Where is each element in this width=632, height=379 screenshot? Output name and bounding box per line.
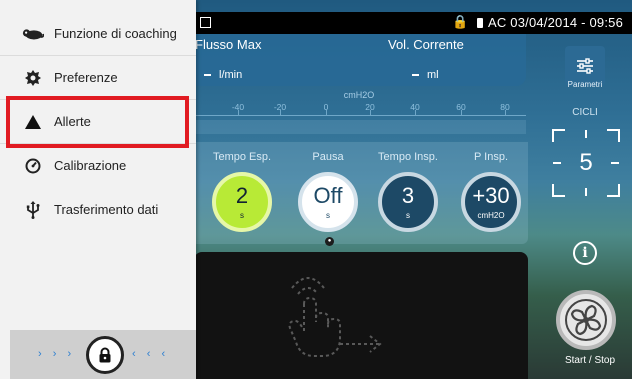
alerts-highlight-box — [6, 96, 189, 148]
menu-item-label: Preferenze — [54, 70, 118, 85]
measurements-panel: Flusso Max Vol. Corrente l/min ml — [192, 34, 526, 86]
menu-item-label: Funzione di coaching — [54, 26, 177, 41]
sliders-icon — [577, 58, 593, 74]
insp-time-unit: s — [406, 210, 410, 220]
status-bar: 🔒 AC 03/04/2014 - 09:56 — [192, 12, 632, 34]
exp-time-unit: s — [240, 210, 244, 220]
tidal-volume-value: ml — [412, 69, 439, 81]
usb-icon — [22, 200, 44, 220]
parameters-label: Parametri — [567, 80, 603, 89]
cycles-label: CICLI — [572, 107, 598, 118]
insp-time-value: 3 — [401, 182, 415, 208]
gauge-icon — [22, 156, 44, 176]
insp-time-dial[interactable]: 3 s — [378, 172, 438, 232]
menu-item-label: Trasferimento dati — [54, 202, 159, 217]
start-stop-button[interactable] — [556, 290, 616, 350]
touch-hand-icon — [288, 277, 382, 357]
padlock-icon — [99, 347, 111, 363]
pressure-unit: cmH2O — [343, 90, 375, 100]
pause-value: Off — [313, 182, 343, 208]
battery-icon — [477, 18, 483, 28]
flow-unit: l/min — [219, 69, 243, 81]
exp-time-dial[interactable]: 2 s — [212, 172, 272, 232]
insp-pressure-value: +30 — [472, 182, 510, 208]
exp-time-value: 2 — [235, 182, 249, 208]
pause-dial[interactable]: Off s — [298, 172, 358, 232]
flow-max-title: Flusso Max — [195, 37, 262, 52]
chevrons-left: ‹ ‹ ‹ — [132, 348, 170, 360]
chameleon-icon — [22, 24, 44, 44]
window-icon — [200, 17, 211, 28]
start-stop-label: Start / Stop — [564, 355, 616, 366]
menu-item-data-transfer[interactable]: Trasferimento dati — [0, 188, 196, 232]
pause-unit: s — [326, 210, 330, 220]
tidal-volume-title: Vol. Corrente — [388, 37, 464, 52]
param-label-insp-pressure: P Insp. — [473, 151, 509, 163]
insp-pressure-unit: cmH2O — [477, 210, 505, 220]
menu-item-calibration[interactable]: Calibrazione — [0, 144, 196, 188]
pause-lock-icon: ● — [325, 237, 334, 246]
waveform-area[interactable] — [194, 252, 528, 379]
chevrons-right: › › › — [38, 348, 76, 360]
gear-icon — [22, 68, 44, 88]
parameters-panel: Tempo Esp. Pausa Tempo Insp. P Insp. 2 s… — [192, 142, 528, 246]
ac-datetime: AC 03/04/2014 - 09:56 — [488, 15, 624, 30]
volume-unit: ml — [427, 69, 439, 81]
pressure-scale: cmH2O -40 -20 0 20 40 60 80 — [192, 88, 526, 140]
fan-icon — [565, 299, 607, 341]
pressure-bar — [192, 120, 526, 134]
param-label-exp-time: Tempo Esp. — [212, 151, 272, 163]
param-label-pause: Pausa — [312, 151, 344, 163]
param-label-insp-time: Tempo Insp. — [378, 151, 438, 163]
side-menu-drawer: Funzione di coaching Preferenze Allerte … — [0, 0, 196, 379]
lock-button[interactable] — [86, 336, 124, 374]
info-icon[interactable]: i — [573, 241, 597, 265]
flow-max-value: l/min — [204, 69, 242, 81]
menu-item-preferences[interactable]: Preferenze — [0, 56, 196, 100]
menu-item-coaching[interactable]: Funzione di coaching — [0, 12, 196, 56]
lock-status-icon: 🔒 — [452, 14, 469, 29]
insp-pressure-dial[interactable]: +30 cmH2O — [461, 172, 521, 232]
cycles-value: 5 — [579, 149, 593, 176]
menu-item-label: Calibrazione — [54, 158, 127, 173]
